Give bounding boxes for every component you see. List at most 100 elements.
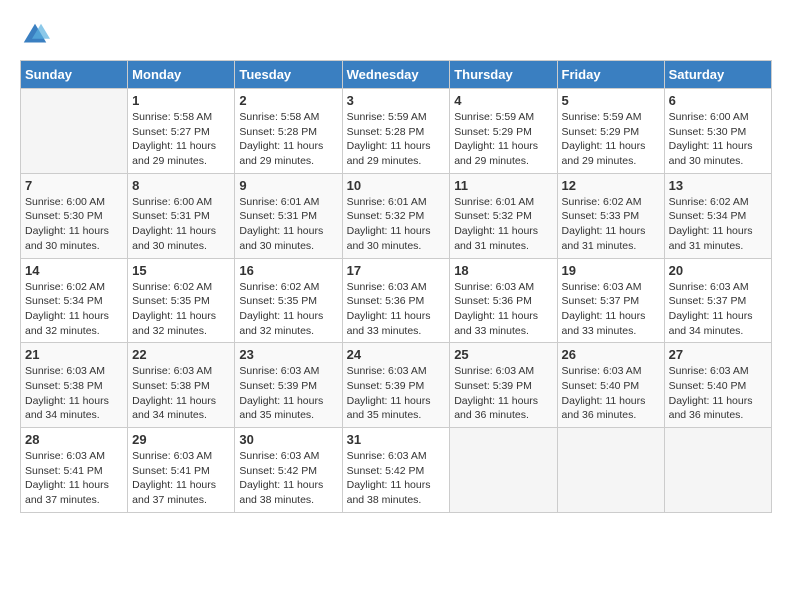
day-number: 11 [454,178,552,193]
day-number: 5 [562,93,660,108]
day-number: 19 [562,263,660,278]
day-info: Sunrise: 6:02 AMSunset: 5:35 PMDaylight:… [239,280,337,339]
calendar-cell: 7Sunrise: 6:00 AMSunset: 5:30 PMDaylight… [21,173,128,258]
day-number: 31 [347,432,446,447]
day-info: Sunrise: 6:03 AMSunset: 5:36 PMDaylight:… [347,280,446,339]
day-number: 10 [347,178,446,193]
day-number: 25 [454,347,552,362]
calendar-week-row: 1 Sunrise: 5:58 AMSunset: 5:27 PMDaylight… [21,89,772,174]
calendar-cell: 10 Sunrise: 6:01 AMSunset: 5:32 PMDayligh… [342,173,450,258]
calendar-cell: 1 Sunrise: 5:58 AMSunset: 5:27 PMDaylight… [128,89,235,174]
calendar-cell: 5 Sunrise: 5:59 AMSunset: 5:29 PMDaylight… [557,89,664,174]
calendar-cell: 22Sunrise: 6:03 AMSunset: 5:38 PMDayligh… [128,343,235,428]
day-info: Sunrise: 6:02 AMSunset: 5:34 PMDaylight:… [25,280,123,339]
day-info: Sunrise: 6:02 AMSunset: 5:35 PMDaylight:… [132,280,230,339]
calendar-cell: 4 Sunrise: 5:59 AMSunset: 5:29 PMDaylight… [450,89,557,174]
calendar-cell: 17 Sunrise: 6:03 AMSunset: 5:36 PMDayligh… [342,258,450,343]
day-number: 9 [239,178,337,193]
day-number: 2 [239,93,337,108]
day-info: Sunrise: 6:00 AMSunset: 5:31 PMDaylight:… [132,195,230,254]
logo-icon [20,20,50,50]
day-info: Sunrise: 6:03 AMSunset: 5:39 PMDaylight:… [454,364,552,423]
day-info: Sunrise: 6:00 AMSunset: 5:30 PMDaylight:… [669,110,767,169]
day-number: 14 [25,263,123,278]
day-info: Sunrise: 5:59 AMSunset: 5:28 PMDaylight:… [347,110,446,169]
day-info: Sunrise: 6:03 AMSunset: 5:42 PMDaylight:… [347,449,446,508]
day-info: Sunrise: 6:03 AMSunset: 5:40 PMDaylight:… [562,364,660,423]
day-number: 24 [347,347,446,362]
day-info: Sunrise: 6:03 AMSunset: 5:36 PMDaylight:… [454,280,552,339]
day-header-saturday: Saturday [664,61,771,89]
calendar-cell [664,428,771,513]
day-info: Sunrise: 6:02 AMSunset: 5:33 PMDaylight:… [562,195,660,254]
calendar-cell: 31 Sunrise: 6:03 AMSunset: 5:42 PMDayligh… [342,428,450,513]
day-info: Sunrise: 6:03 AMSunset: 5:42 PMDaylight:… [239,449,337,508]
day-number: 28 [25,432,123,447]
calendar-cell [557,428,664,513]
day-header-sunday: Sunday [21,61,128,89]
day-info: Sunrise: 6:03 AMSunset: 5:39 PMDaylight:… [239,364,337,423]
calendar-cell: 9 Sunrise: 6:01 AMSunset: 5:31 PMDaylight… [235,173,342,258]
day-info: Sunrise: 6:01 AMSunset: 5:32 PMDaylight:… [454,195,552,254]
day-number: 3 [347,93,446,108]
calendar-cell: 15 Sunrise: 6:02 AMSunset: 5:35 PMDayligh… [128,258,235,343]
day-number: 23 [239,347,337,362]
day-number: 22 [132,347,230,362]
day-info: Sunrise: 5:59 AMSunset: 5:29 PMDaylight:… [562,110,660,169]
day-info: Sunrise: 6:02 AMSunset: 5:34 PMDaylight:… [669,195,767,254]
day-number: 16 [239,263,337,278]
calendar-cell [21,89,128,174]
calendar-header-row: SundayMondayTuesdayWednesdayThursdayFrid… [21,61,772,89]
day-info: Sunrise: 6:03 AMSunset: 5:37 PMDaylight:… [669,280,767,339]
calendar-week-row: 14 Sunrise: 6:02 AMSunset: 5:34 PMDayligh… [21,258,772,343]
calendar-cell: 28 Sunrise: 6:03 AMSunset: 5:41 PMDayligh… [21,428,128,513]
day-number: 15 [132,263,230,278]
day-info: Sunrise: 6:03 AMSunset: 5:41 PMDaylight:… [25,449,123,508]
calendar-cell: 20Sunrise: 6:03 AMSunset: 5:37 PMDayligh… [664,258,771,343]
calendar-cell: 11 Sunrise: 6:01 AMSunset: 5:32 PMDayligh… [450,173,557,258]
day-number: 26 [562,347,660,362]
calendar-week-row: 28 Sunrise: 6:03 AMSunset: 5:41 PMDayligh… [21,428,772,513]
calendar-cell: 14 Sunrise: 6:02 AMSunset: 5:34 PMDayligh… [21,258,128,343]
calendar-cell: 25 Sunrise: 6:03 AMSunset: 5:39 PMDayligh… [450,343,557,428]
day-info: Sunrise: 6:01 AMSunset: 5:31 PMDaylight:… [239,195,337,254]
day-info: Sunrise: 6:01 AMSunset: 5:32 PMDaylight:… [347,195,446,254]
day-number: 17 [347,263,446,278]
day-header-friday: Friday [557,61,664,89]
day-number: 27 [669,347,767,362]
day-info: Sunrise: 6:03 AMSunset: 5:40 PMDaylight:… [669,364,767,423]
calendar-cell: 26 Sunrise: 6:03 AMSunset: 5:40 PMDayligh… [557,343,664,428]
day-info: Sunrise: 6:03 AMSunset: 5:37 PMDaylight:… [562,280,660,339]
day-info: Sunrise: 6:03 AMSunset: 5:38 PMDaylight:… [25,364,123,423]
calendar-cell: 23 Sunrise: 6:03 AMSunset: 5:39 PMDayligh… [235,343,342,428]
calendar-cell: 29Sunrise: 6:03 AMSunset: 5:41 PMDayligh… [128,428,235,513]
day-info: Sunrise: 5:58 AMSunset: 5:27 PMDaylight:… [132,110,230,169]
calendar-cell: 2 Sunrise: 5:58 AMSunset: 5:28 PMDaylight… [235,89,342,174]
calendar-cell: 18 Sunrise: 6:03 AMSunset: 5:36 PMDayligh… [450,258,557,343]
day-info: Sunrise: 6:03 AMSunset: 5:41 PMDaylight:… [132,449,230,508]
day-header-wednesday: Wednesday [342,61,450,89]
calendar-cell: 30Sunrise: 6:03 AMSunset: 5:42 PMDayligh… [235,428,342,513]
calendar-cell: 21 Sunrise: 6:03 AMSunset: 5:38 PMDayligh… [21,343,128,428]
day-info: Sunrise: 6:00 AMSunset: 5:30 PMDaylight:… [25,195,123,254]
day-header-thursday: Thursday [450,61,557,89]
day-number: 6 [669,93,767,108]
day-header-monday: Monday [128,61,235,89]
calendar-week-row: 21 Sunrise: 6:03 AMSunset: 5:38 PMDayligh… [21,343,772,428]
calendar-cell: 24Sunrise: 6:03 AMSunset: 5:39 PMDayligh… [342,343,450,428]
calendar-cell: 3 Sunrise: 5:59 AMSunset: 5:28 PMDaylight… [342,89,450,174]
calendar-week-row: 7Sunrise: 6:00 AMSunset: 5:30 PMDaylight… [21,173,772,258]
calendar-cell: 8Sunrise: 6:00 AMSunset: 5:31 PMDaylight… [128,173,235,258]
calendar-cell [450,428,557,513]
day-number: 21 [25,347,123,362]
day-info: Sunrise: 5:59 AMSunset: 5:29 PMDaylight:… [454,110,552,169]
day-number: 4 [454,93,552,108]
calendar-cell: 16 Sunrise: 6:02 AMSunset: 5:35 PMDayligh… [235,258,342,343]
logo [20,20,54,50]
day-info: Sunrise: 5:58 AMSunset: 5:28 PMDaylight:… [239,110,337,169]
day-number: 18 [454,263,552,278]
day-header-tuesday: Tuesday [235,61,342,89]
day-number: 1 [132,93,230,108]
calendar-cell: 12Sunrise: 6:02 AMSunset: 5:33 PMDayligh… [557,173,664,258]
calendar-cell: 6 Sunrise: 6:00 AMSunset: 5:30 PMDaylight… [664,89,771,174]
